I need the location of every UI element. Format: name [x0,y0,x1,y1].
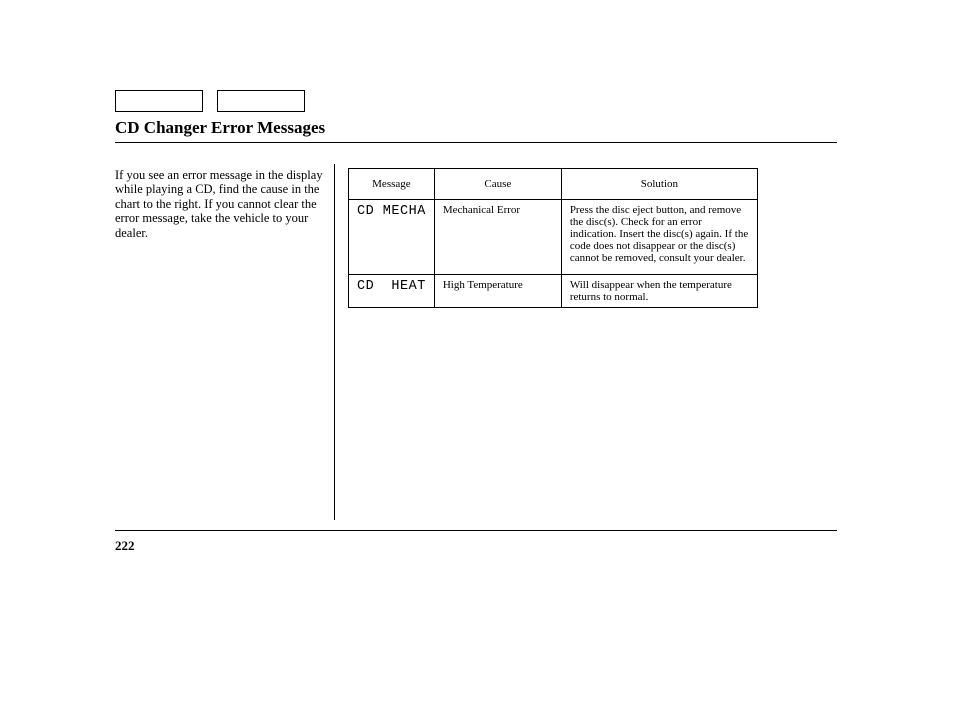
header-box-2 [217,90,305,112]
title-divider [115,142,837,143]
cell-solution: Will disappear when the temperature retu… [561,275,757,308]
error-messages-table: Message Cause Solution CD MECHA Mechanic… [348,168,758,308]
cell-solution: Press the disc eject button, and remove … [561,200,757,275]
footer-divider [115,530,837,531]
cell-cause: Mechanical Error [434,200,561,275]
header-box-1 [115,90,203,112]
table-row: CD HEAT High Temperature Will disappear … [349,275,758,308]
column-divider [334,164,335,520]
cell-message: CD HEAT [349,275,435,308]
cell-cause: High Temperature [434,275,561,308]
header-solution: Solution [561,169,757,200]
header-message: Message [349,169,435,200]
cell-message: CD MECHA [349,200,435,275]
header-cause: Cause [434,169,561,200]
page: CD Changer Error Messages If you see an … [0,0,954,710]
header-placeholder-boxes [115,90,315,117]
intro-paragraph: If you see an error message in the displ… [115,168,323,240]
page-title: CD Changer Error Messages [115,118,325,138]
table-header-row: Message Cause Solution [349,169,758,200]
table-row: CD MECHA Mechanical Error Press the disc… [349,200,758,275]
page-number: 222 [115,538,135,554]
